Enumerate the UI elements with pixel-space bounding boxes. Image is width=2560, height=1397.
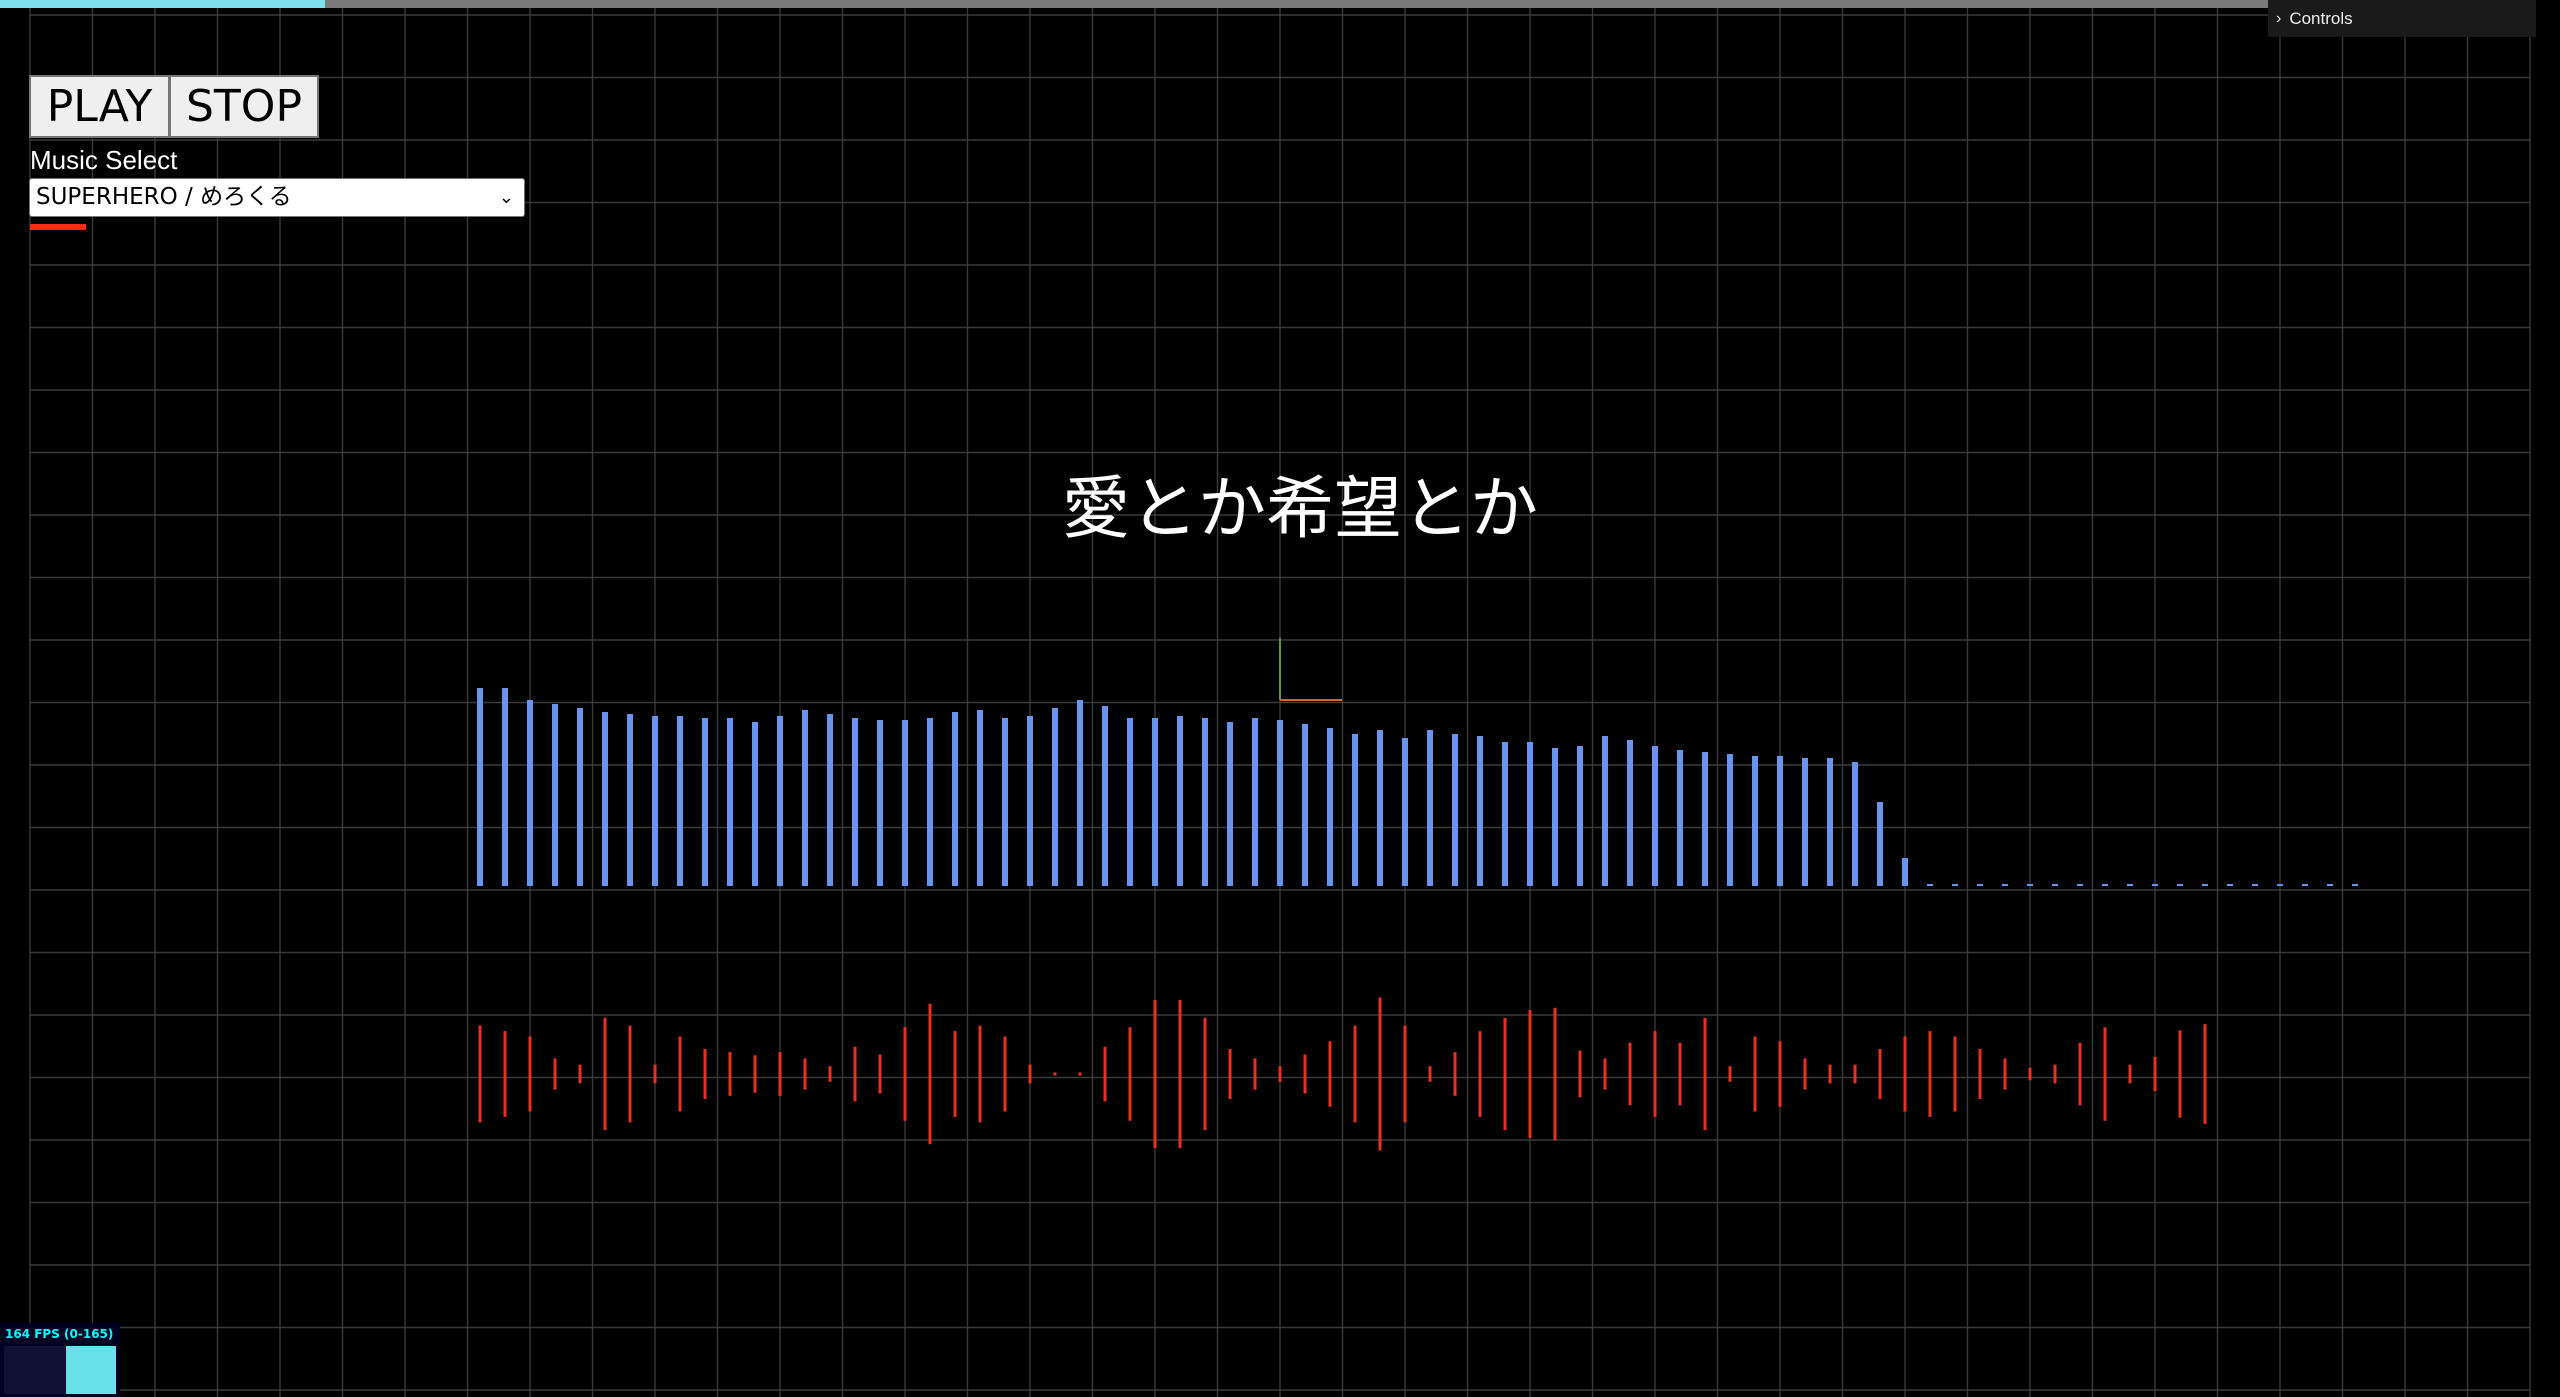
spectrum-bar	[1152, 718, 1158, 886]
origin-axes-helper	[1279, 638, 1342, 701]
playback-progress-track	[0, 0, 2270, 8]
spectrum-bar	[1777, 756, 1783, 886]
spectrum-bar	[1102, 706, 1108, 886]
spectrum-bar	[2127, 884, 2133, 886]
spectrum-bar	[902, 720, 908, 886]
spectrum-bar	[1002, 718, 1008, 886]
spectrum-bar	[1677, 750, 1683, 886]
spectrum-bar	[1027, 716, 1033, 886]
spectrum-bar	[1302, 724, 1308, 886]
spectrum-bar	[1252, 718, 1258, 886]
spectrum-bar	[1702, 752, 1708, 886]
spectrum-bar	[1552, 748, 1558, 886]
spectrum-bar	[2102, 884, 2108, 886]
spectrum-bar	[502, 688, 508, 886]
spectrum-bar	[1052, 708, 1058, 886]
spectrum-bar	[777, 716, 783, 886]
spectrum-bar	[927, 718, 933, 886]
frequency-spectrum-bars	[477, 688, 2358, 886]
spectrum-bar	[2302, 884, 2308, 886]
music-select-value: SUPERHERO / めろくる	[36, 184, 292, 210]
spectrum-bar	[1352, 734, 1358, 886]
spectrum-bar	[2052, 884, 2058, 886]
spectrum-bar	[1427, 730, 1433, 886]
play-button[interactable]: PLAY	[29, 75, 170, 138]
volume-level-indicator	[30, 224, 86, 230]
fps-stats-panel[interactable]: 164 FPS (0-165)	[0, 1323, 120, 1397]
chevron-down-icon: ⌄	[498, 187, 514, 208]
fps-readout: 164 FPS (0-165)	[5, 1327, 114, 1341]
controls-label: Controls	[2289, 8, 2353, 28]
spectrum-bar	[1077, 700, 1083, 886]
spectrum-bar	[2252, 884, 2258, 886]
lyric-text: 愛とか希望とか	[1061, 470, 1538, 549]
spectrum-bar	[752, 722, 758, 886]
spectrum-bar	[2327, 884, 2333, 886]
spectrum-bar	[852, 718, 858, 886]
spectrum-bar	[1202, 718, 1208, 886]
spectrum-bar	[1127, 718, 1133, 886]
spectrum-bar	[1477, 736, 1483, 886]
spectrum-bar	[2277, 884, 2283, 886]
spectrum-bar	[952, 712, 958, 886]
fps-graph-bar	[66, 1346, 116, 1394]
spectrum-bar	[2352, 884, 2358, 886]
spectrum-bar	[1627, 740, 1633, 886]
spectrum-bar	[1802, 758, 1808, 886]
controls-panel-toggle[interactable]: › Controls	[2268, 0, 2536, 37]
spectrum-bar	[552, 704, 558, 886]
spectrum-bar	[1852, 762, 1858, 886]
spectrum-bar	[602, 712, 608, 886]
chevron-right-icon: ›	[2276, 9, 2282, 27]
music-select-dropdown[interactable]: SUPERHERO / めろくる ⌄	[29, 178, 525, 217]
app-root: › Controls PLAY STOP Music Select SUPERH…	[0, 0, 2560, 1397]
spectrum-bar	[2027, 884, 2033, 886]
spectrum-bar	[652, 716, 658, 886]
spectrum-bar	[2152, 884, 2158, 886]
spectrum-bar	[1402, 738, 1408, 886]
spectrum-bar	[1877, 802, 1883, 886]
spectrum-bar	[1977, 884, 1983, 886]
spectrum-bar	[2077, 884, 2083, 886]
spectrum-bar	[702, 718, 708, 886]
spectrum-bar	[1277, 720, 1283, 886]
spectrum-bar	[877, 720, 883, 886]
spectrum-bar	[977, 710, 983, 886]
spectrum-bar	[827, 714, 833, 886]
spectrum-bar	[1452, 734, 1458, 886]
spectrum-bar	[1527, 742, 1533, 886]
spectrum-bar	[1502, 742, 1508, 886]
spectrum-bar	[802, 710, 808, 886]
music-select-label: Music Select	[30, 145, 178, 175]
spectrum-bar	[477, 688, 483, 886]
spectrum-bar	[1902, 858, 1908, 886]
spectrum-bar	[2227, 884, 2233, 886]
spectrum-bar	[1227, 722, 1233, 886]
spectrum-bar	[1952, 884, 1958, 886]
playback-progress-fill	[0, 0, 325, 8]
fps-graph	[4, 1346, 116, 1394]
spectrum-bar	[1577, 746, 1583, 886]
spectrum-bar	[1602, 736, 1608, 886]
spectrum-bar	[2002, 884, 2008, 886]
spectrum-bar	[577, 708, 583, 886]
spectrum-bar	[727, 718, 733, 886]
spectrum-bar	[1827, 758, 1833, 886]
spectrum-bar	[677, 716, 683, 886]
spectrum-bar	[1377, 730, 1383, 886]
spectrum-bar	[2177, 884, 2183, 886]
spectrum-bar	[2202, 884, 2208, 886]
spectrum-bar	[1652, 746, 1658, 886]
spectrum-bar	[1752, 756, 1758, 886]
spectrum-bar	[527, 700, 533, 886]
stop-button[interactable]: STOP	[169, 75, 319, 138]
spectrum-bar	[1177, 716, 1183, 886]
spectrum-bar	[1327, 728, 1333, 886]
spectrum-bar	[1927, 884, 1933, 886]
spectrum-bar	[627, 714, 633, 886]
spectrum-bar	[1727, 754, 1733, 886]
